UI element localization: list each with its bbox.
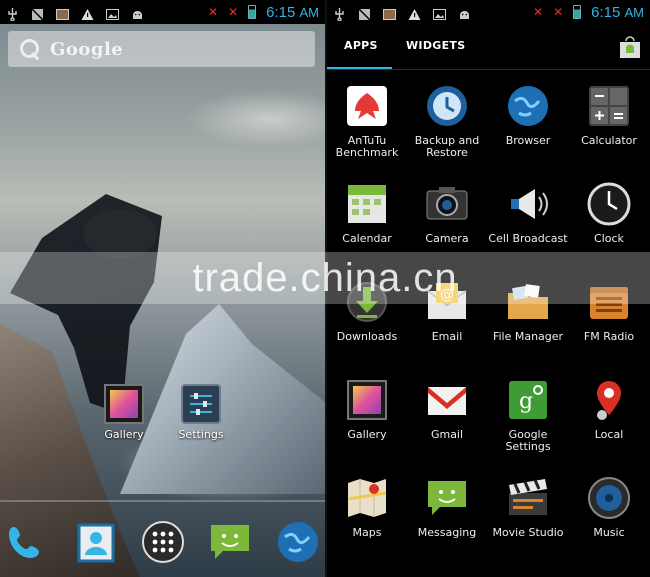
messaging-icon[interactable] xyxy=(207,519,253,565)
app-label: Downloads xyxy=(336,330,398,343)
app-label: File Manager xyxy=(492,330,564,343)
app-local[interactable]: Local xyxy=(569,377,649,441)
home-shortcut-label: Gallery xyxy=(104,428,144,441)
antutu-icon xyxy=(344,83,390,129)
app-label: Cell Broadcast xyxy=(488,232,568,245)
image-notification-icon xyxy=(56,6,69,20)
app-label: AnTuTu Benchmark xyxy=(335,134,399,159)
cell-broadcast-icon xyxy=(505,181,551,227)
google-settings-icon: g xyxy=(505,377,551,423)
app-drawer-icon[interactable] xyxy=(140,519,186,565)
drawer-tab-bar: APPS WIDGETS xyxy=(327,24,650,70)
backup-icon xyxy=(424,83,470,129)
app-gallery[interactable]: Gallery xyxy=(327,377,407,441)
app-google-settings[interactable]: g Google Settings xyxy=(488,377,568,453)
app-calculator[interactable]: Calculator xyxy=(569,83,649,147)
app-label: Messaging xyxy=(417,526,477,539)
no-signal-sim1-icon: ✕ xyxy=(208,4,219,19)
warning-icon xyxy=(81,6,94,20)
app-label: Camera xyxy=(425,232,469,245)
picture-icon xyxy=(433,6,446,20)
usb-icon xyxy=(6,6,19,22)
watermark-text: trade.china.cn xyxy=(192,255,458,300)
maps-icon xyxy=(344,475,390,521)
app-backup-and-restore[interactable]: Backup and Restore xyxy=(407,83,487,159)
app-cell-broadcast[interactable]: Cell Broadcast xyxy=(488,181,568,245)
phone-icon[interactable] xyxy=(2,519,48,565)
app-browser[interactable]: Browser xyxy=(488,83,568,147)
app-label: Backup and Restore xyxy=(414,134,480,159)
app-label: Local xyxy=(594,428,624,441)
app-antutu-benchmark[interactable]: AnTuTu Benchmark xyxy=(327,83,407,159)
picture-icon xyxy=(106,6,119,20)
app-label: Gmail xyxy=(430,428,464,441)
play-store-icon[interactable] xyxy=(618,36,642,58)
status-clock: 6:15 AM xyxy=(591,3,644,21)
app-label: Movie Studio xyxy=(492,526,564,539)
image-notification-icon xyxy=(383,6,396,20)
no-sim-icon xyxy=(31,6,44,21)
gmail-icon xyxy=(424,377,470,423)
battery-icon xyxy=(573,5,582,19)
local-icon xyxy=(586,377,632,423)
app-movie-studio[interactable]: Movie Studio xyxy=(488,475,568,539)
movie-studio-icon xyxy=(505,475,551,521)
app-label: Clock xyxy=(594,232,624,245)
warning-icon xyxy=(408,6,421,20)
status-bar: ✕ ✕ 6:15 AM xyxy=(0,0,325,24)
music-icon xyxy=(586,475,632,521)
app-label: Email xyxy=(431,330,463,343)
camera-icon xyxy=(424,181,470,227)
tab-bar-divider xyxy=(327,69,650,70)
no-signal-sim2-icon: ✕ xyxy=(553,4,564,19)
browser-icon[interactable] xyxy=(275,519,321,565)
tab-widgets[interactable]: WIDGETS xyxy=(406,39,465,52)
app-label: Browser xyxy=(505,134,551,147)
app-music[interactable]: Music xyxy=(569,475,649,539)
contacts-icon[interactable] xyxy=(73,519,119,565)
search-icon xyxy=(18,37,42,61)
no-sim-icon xyxy=(358,6,371,21)
battery-icon xyxy=(248,5,257,19)
app-gmail[interactable]: Gmail xyxy=(407,377,487,441)
status-clock: 6:15 AM xyxy=(266,3,319,21)
status-bar: ✕ ✕ 6:15 AM xyxy=(327,0,650,24)
google-search-bar[interactable]: Google xyxy=(8,31,315,67)
app-label: Calendar xyxy=(342,232,392,245)
hotseat xyxy=(0,515,325,570)
app-label: Music xyxy=(593,526,625,539)
clock-icon xyxy=(586,181,632,227)
usb-icon xyxy=(333,6,346,22)
app-messaging[interactable]: Messaging xyxy=(407,475,487,539)
app-label: Calculator xyxy=(581,134,637,147)
calendar-icon xyxy=(344,181,390,227)
home-shortcut-settings[interactable]: Settings xyxy=(171,384,231,441)
app-label: Google Settings xyxy=(505,428,551,453)
browser-icon xyxy=(505,83,551,129)
gallery-icon xyxy=(344,377,390,423)
home-shortcut-gallery[interactable]: Gallery xyxy=(94,384,154,441)
android-debug-icon xyxy=(458,6,471,19)
home-shortcut-label: Settings xyxy=(178,428,224,441)
calculator-icon xyxy=(586,83,632,129)
watermark-band: trade.china.cn xyxy=(0,252,650,304)
gallery-icon xyxy=(104,384,144,424)
no-signal-sim2-icon: ✕ xyxy=(228,4,239,19)
search-label: Google xyxy=(50,38,124,60)
svg-text:g: g xyxy=(519,389,533,414)
app-label: Gallery xyxy=(347,428,387,441)
app-label: Maps xyxy=(352,526,382,539)
hotseat-divider xyxy=(0,500,325,502)
android-debug-icon xyxy=(131,6,144,19)
no-signal-sim1-icon: ✕ xyxy=(533,4,544,19)
app-calendar[interactable]: Calendar xyxy=(327,181,407,245)
app-maps[interactable]: Maps xyxy=(327,475,407,539)
tab-apps[interactable]: APPS xyxy=(344,39,378,52)
app-camera[interactable]: Camera xyxy=(407,181,487,245)
app-label: FM Radio xyxy=(583,330,635,343)
settings-icon xyxy=(181,384,221,424)
messaging-icon xyxy=(424,475,470,521)
app-clock[interactable]: Clock xyxy=(569,181,649,245)
